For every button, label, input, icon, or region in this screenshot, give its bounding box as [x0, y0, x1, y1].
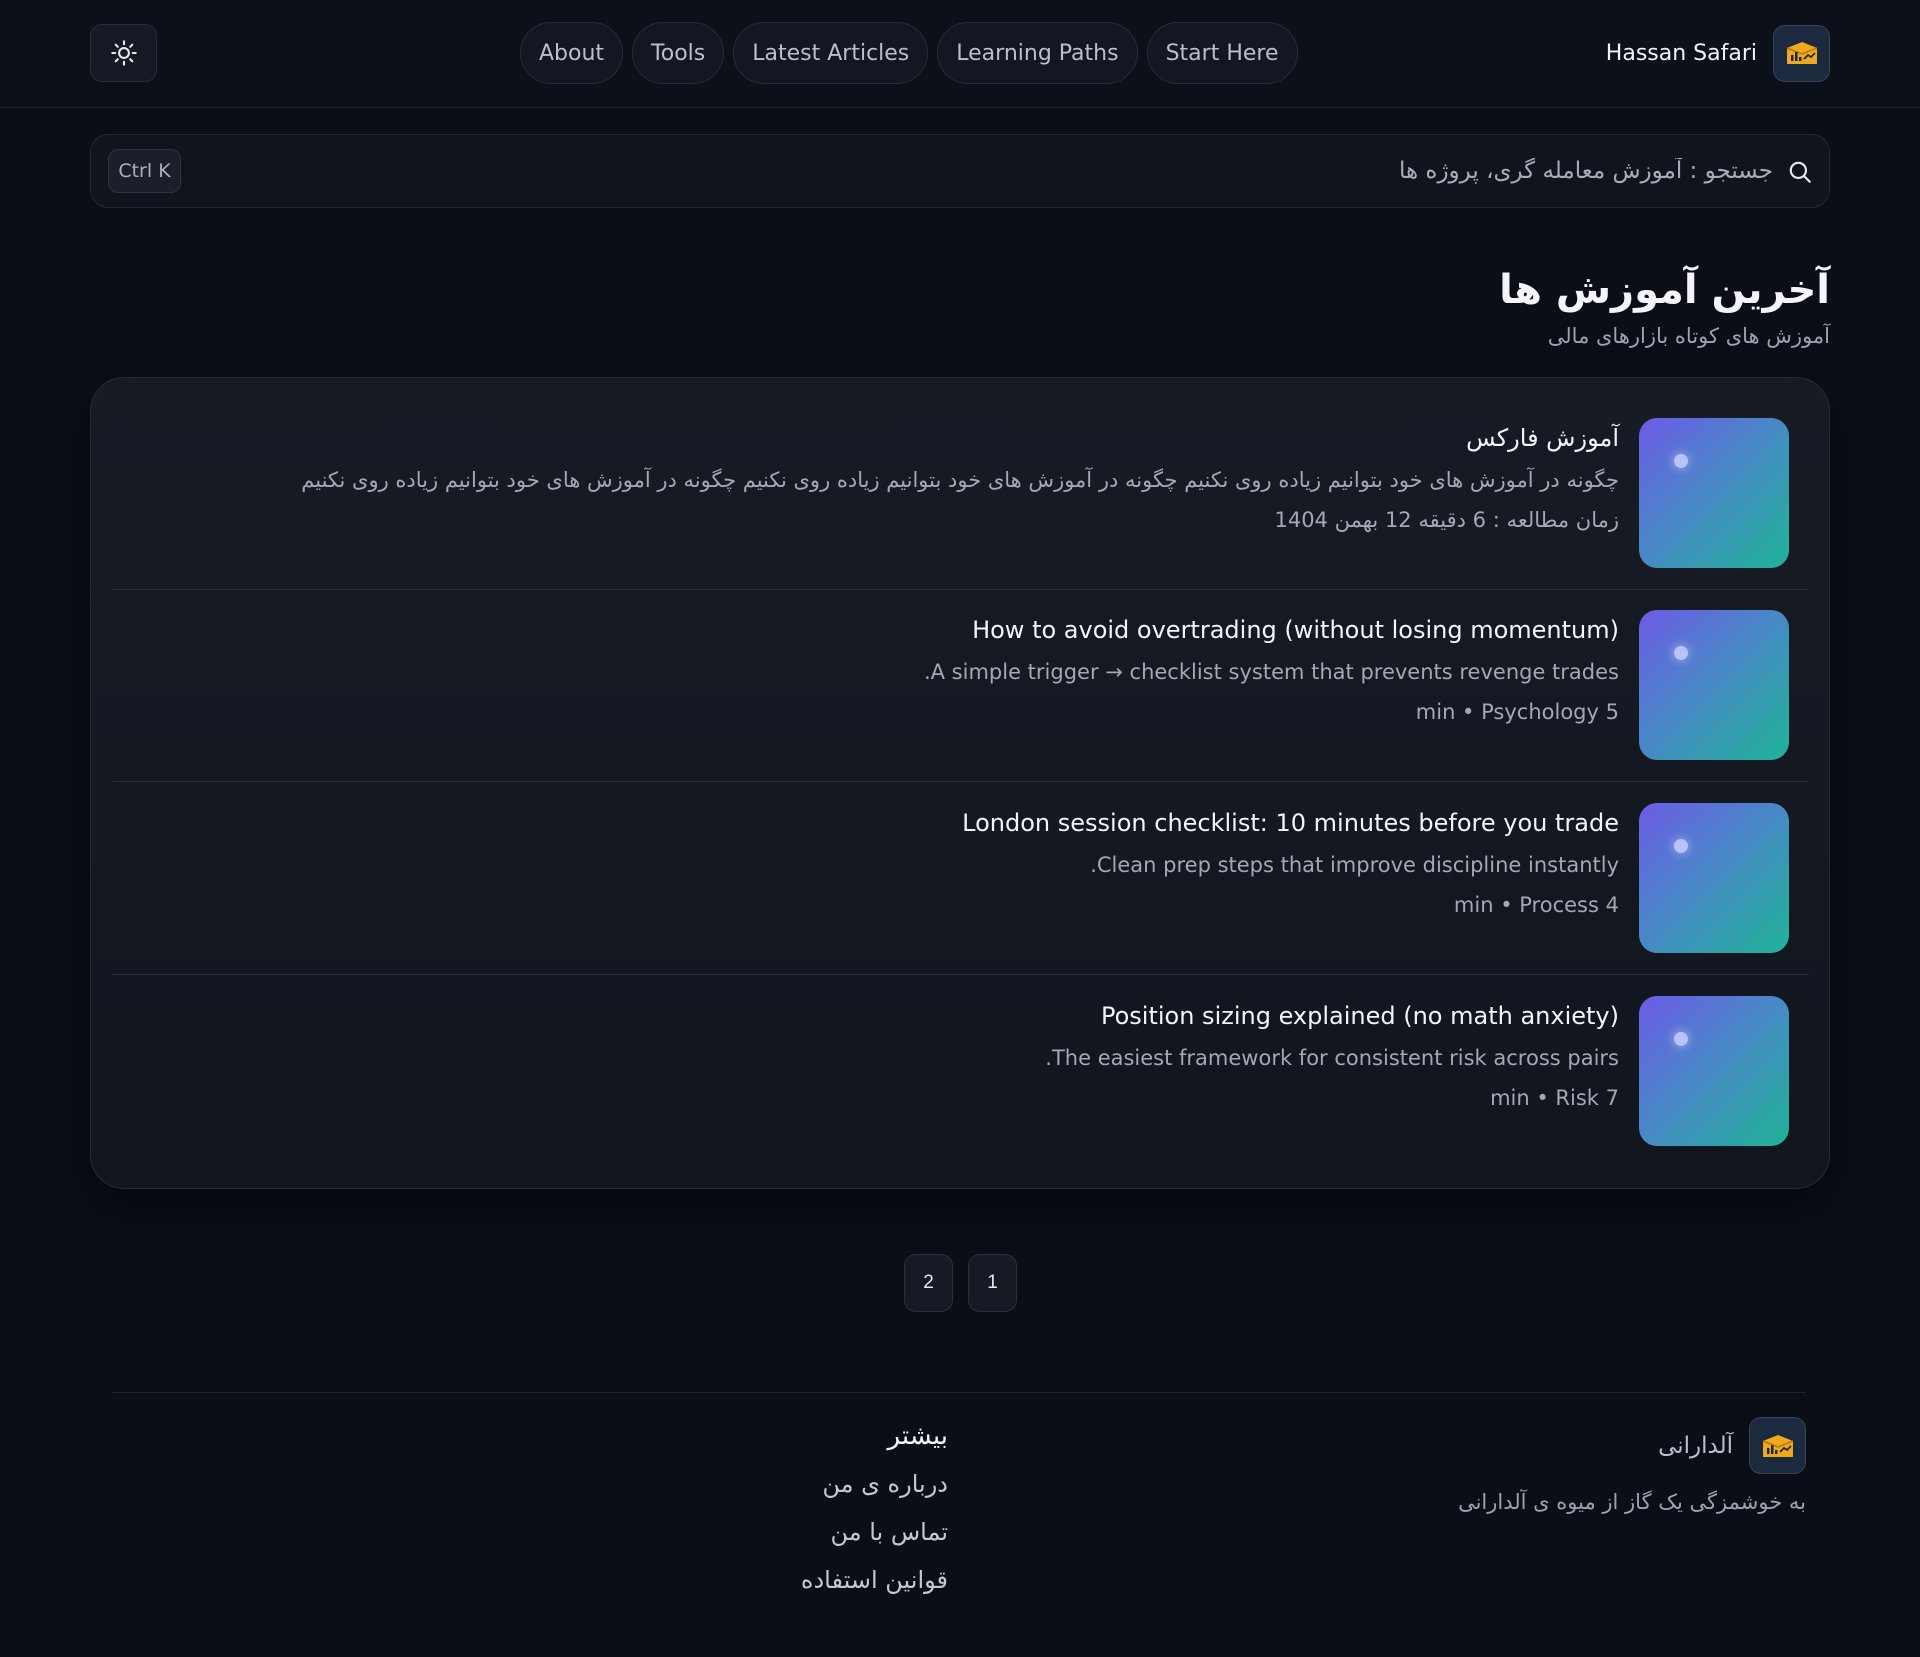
footer-link-terms[interactable]: قوانین استفاده — [801, 1562, 948, 1598]
top-header: About Tools Latest Articles Learning Pat… — [0, 0, 1920, 108]
site-logo[interactable] — [1773, 24, 1830, 82]
user-name: Hassan Safari — [1605, 40, 1757, 66]
thumbnail-dot — [1674, 454, 1688, 468]
chart-logo-icon — [1786, 42, 1817, 64]
sun-icon — [110, 40, 137, 66]
article-title[interactable]: London session checklist: 10 minutes bef… — [139, 805, 1619, 841]
footer-link-about-me[interactable]: درباره ی من — [801, 1466, 948, 1502]
article-thumbnail[interactable] — [1639, 418, 1789, 568]
article-title[interactable]: How to avoid overtrading (without losing… — [139, 612, 1619, 648]
article-text: Position sizing explained (no math anxie… — [139, 998, 1619, 1114]
article-text: How to avoid overtrading (without losing… — [139, 612, 1619, 728]
thumbnail-dot — [1674, 839, 1688, 853]
article-description: The easiest framework for consistent ris… — [1045, 1046, 1619, 1070]
article-text: آموزش فارکس چگونه در آموزش های خود بتوان… — [139, 420, 1619, 536]
article-item[interactable]: London session checklist: 10 minutes bef… — [113, 783, 1809, 975]
article-title[interactable]: Position sizing explained (no math anxie… — [139, 998, 1619, 1034]
main-nav: About Tools Latest Articles Learning Pat… — [520, 22, 1298, 84]
nav-start-here[interactable]: Start Here — [1146, 22, 1298, 84]
nav-about[interactable]: About — [520, 22, 624, 84]
thumbnail-dot — [1674, 646, 1688, 660]
nav-latest-articles[interactable]: Latest Articles — [733, 22, 929, 84]
footer-logo[interactable] — [1749, 1417, 1806, 1474]
article-thumbnail[interactable] — [1639, 803, 1789, 953]
search-icon[interactable] — [1787, 159, 1813, 185]
articles-card: آموزش فارکس چگونه در آموزش های خود بتوان… — [90, 377, 1830, 1189]
article-item[interactable]: How to avoid overtrading (without losing… — [113, 590, 1809, 782]
footer-links-heading: بیشتر — [887, 1421, 948, 1451]
nav-tools[interactable]: Tools — [632, 22, 725, 84]
article-item[interactable]: آموزش فارکس چگونه در آموزش های خود بتوان… — [113, 398, 1809, 590]
article-meta: 7 min • Risk — [1490, 1086, 1619, 1110]
article-description: Clean prep steps that improve discipline… — [1090, 853, 1619, 877]
user-profile[interactable]: Hassan Safari — [1606, 24, 1830, 82]
article-meta: 4 min • Process — [1453, 893, 1619, 917]
theme-toggle-button[interactable] — [90, 24, 157, 82]
search-bar: Ctrl K — [90, 134, 1830, 208]
page-button-2[interactable]: 2 — [904, 1254, 953, 1312]
article-meta: زمان مطالعه : 6 دقیقه 12 بهمن 1404 — [1274, 508, 1619, 532]
section-title: آخرین آموزش ها — [1499, 267, 1830, 313]
footer-divider — [112, 1392, 1806, 1393]
article-item[interactable]: Position sizing explained (no math anxie… — [113, 976, 1809, 1168]
nav-learning-paths[interactable]: Learning Paths — [937, 22, 1138, 84]
article-thumbnail[interactable] — [1639, 996, 1789, 1146]
article-description: A simple trigger → checklist system that… — [923, 660, 1619, 684]
article-thumbnail[interactable] — [1639, 610, 1789, 760]
footer-brand-name: آلدارانی — [1658, 1432, 1733, 1459]
article-text: London session checklist: 10 minutes bef… — [139, 805, 1619, 921]
article-meta: 5 min • Psychology — [1415, 700, 1619, 724]
footer-tagline: به خوشمزگی یک گاز از میوه ی آلدارانی — [1458, 1490, 1806, 1514]
thumbnail-dot — [1674, 1032, 1688, 1046]
article-description: چگونه در آموزش های خود بتوانیم زیاده روی… — [301, 468, 1619, 492]
search-input[interactable] — [373, 135, 1773, 207]
footer-link-contact[interactable]: تماس با من — [801, 1514, 948, 1550]
article-title[interactable]: آموزش فارکس — [139, 420, 1619, 456]
footer-links: بیشتر درباره ی من تماس با من قوانین استف… — [801, 1418, 948, 1598]
chart-logo-icon — [1762, 1434, 1793, 1457]
pagination: 2 1 — [904, 1254, 1017, 1312]
section-header: آخرین آموزش ها آموزش های کوتاه بازارهای … — [1499, 262, 1830, 348]
search-shortcut-hint: Ctrl K — [108, 149, 181, 193]
section-subtitle: آموزش های کوتاه بازارهای مالی — [1547, 324, 1830, 348]
page-button-1[interactable]: 1 — [968, 1254, 1017, 1312]
footer-brand[interactable]: آلدارانی — [1658, 1417, 1806, 1474]
